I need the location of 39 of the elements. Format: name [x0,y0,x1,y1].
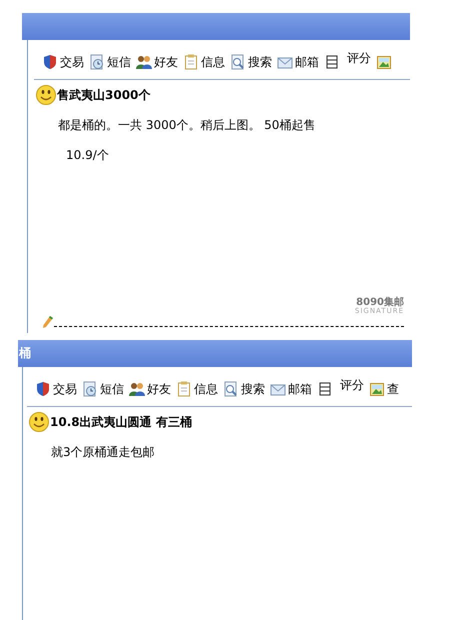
toolbar-link[interactable]: 信息 [201,54,225,70]
toolbar-link[interactable]: 邮箱 [288,380,312,398]
shield-icon[interactable] [35,381,51,397]
pencil-icon [42,315,54,329]
post-title: 售武夷山3000个 [57,86,150,104]
toolbar-link[interactable]: 交易 [60,54,84,70]
toolbar-link[interactable]: 交易 [53,380,77,398]
people-icon[interactable] [136,54,152,70]
signature-name: 8090集邮 [356,298,404,308]
magnifier-document-icon[interactable] [223,381,239,397]
magnifier-document-icon[interactable] [230,54,246,70]
toolbar-link[interactable]: 短信 [100,380,124,398]
post-text: 就3个原桶通走包邮 [51,444,156,461]
list-icon[interactable] [324,54,340,70]
smiley-icon [36,85,56,105]
shield-icon[interactable] [42,54,58,70]
toolbar-link[interactable]: 评分 [347,50,371,66]
toolbar-link[interactable]: 好友 [147,380,171,398]
toolbar-link[interactable]: 评分 [340,376,364,394]
toolbar-link[interactable]: 短信 [107,54,131,70]
picture-icon[interactable] [376,54,392,70]
toolbar-link[interactable]: 查 [387,380,399,398]
post-title: 10.8出武夷山圆通 有三桶 [50,414,192,430]
toolbar-link[interactable]: 搜索 [241,380,265,398]
document-clock-icon[interactable] [89,54,105,70]
picture-icon[interactable] [369,381,385,397]
post-text: 10.9/个 [66,147,110,164]
clipboard-icon[interactable] [176,381,192,397]
toolbar-link[interactable]: 好友 [154,54,178,70]
document-clock-icon[interactable] [82,381,98,397]
toolbar-link[interactable]: 搜索 [248,54,272,70]
clipboard-icon[interactable] [183,54,199,70]
people-icon[interactable] [129,381,145,397]
list-icon[interactable] [317,381,333,397]
toolbar-link[interactable]: 邮箱 [295,54,319,70]
toolbar-link[interactable]: 信息 [194,380,218,398]
smiley-icon [29,412,49,432]
post-text: 都是桶的。一共 3000个。稍后上图。 50桶起售 [58,117,316,134]
post-title-fragment: 桶 [19,345,31,362]
